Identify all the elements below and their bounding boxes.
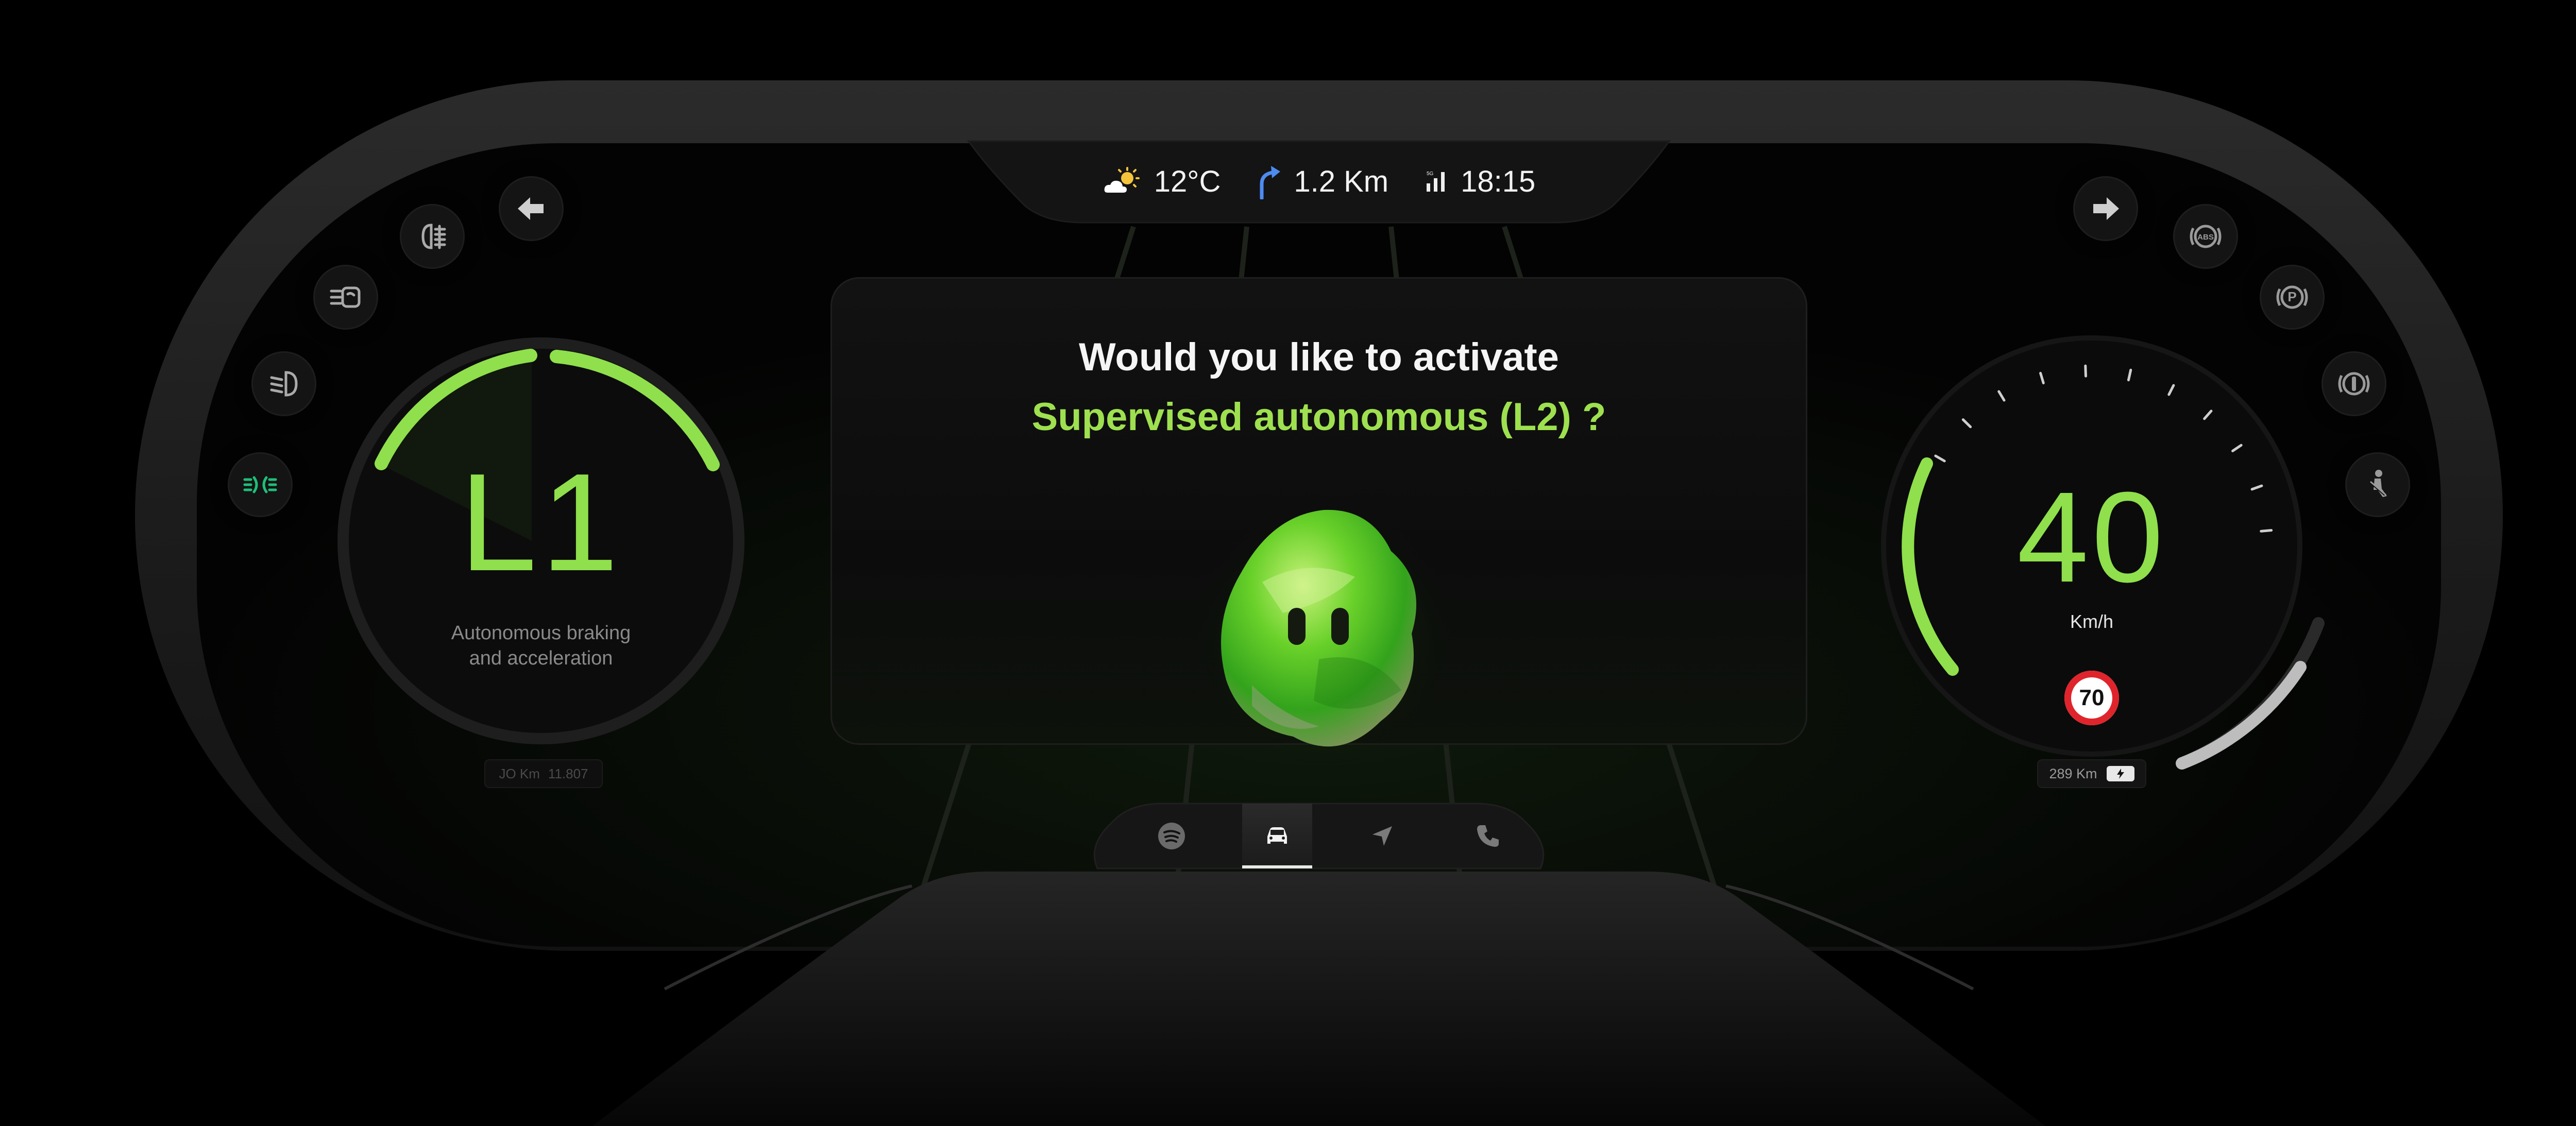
nav-tab-phone[interactable] [1453, 804, 1523, 868]
abs-warning-icon: ABS [2190, 225, 2222, 248]
svg-text:ABS: ABS [2197, 233, 2214, 242]
turn-left-arrow-icon [518, 197, 544, 220]
battery-charging-icon [2106, 766, 2134, 781]
parking-lights-icon [243, 476, 277, 493]
parking-brake-icon: P [2276, 285, 2308, 309]
prompt-mode-name[interactable]: Supervised autonomous (L2) ? [831, 395, 1807, 439]
low-beam-icon [270, 371, 298, 397]
abs-indicator[interactable]: ABS [2173, 204, 2238, 269]
speed-limit-value: 70 [2079, 685, 2105, 710]
spotify-icon [1158, 823, 1185, 849]
current-speed: 40 [2016, 465, 2167, 609]
odometer-label: JO Km [499, 765, 540, 781]
fog-light-icon [421, 224, 446, 249]
blob-eye-left [1288, 608, 1306, 645]
phone-icon [1477, 825, 1499, 847]
clock-widget: 5G 18:15 [1425, 164, 1535, 199]
parking-lights-indicator[interactable] [228, 452, 293, 517]
turn-right-nav-icon [1260, 166, 1281, 199]
rear-wiper-indicator[interactable] [313, 265, 378, 330]
turn-right-arrow-icon [2093, 197, 2119, 220]
odometer-value: 11.807 [548, 765, 588, 781]
speed-tick [2260, 528, 2273, 533]
car-icon [1267, 827, 1287, 844]
turn-left-signal[interactable] [499, 176, 564, 241]
signal-strength-icon: 5G [1427, 171, 1445, 192]
turn-distance-widget: 1.2 Km [1257, 163, 1388, 199]
parking-brake-indicator[interactable]: P [2260, 265, 2325, 330]
time-text: 18:15 [1461, 164, 1536, 198]
speed-limit-sign: 70 [2064, 671, 2119, 725]
brake-warning-icon [2338, 372, 2370, 396]
autonomy-description-line2: and acceleration [469, 647, 613, 670]
seatbelt-indicator[interactable] [2345, 452, 2410, 517]
svg-text:P: P [2287, 289, 2296, 304]
nav-tab-car[interactable] [1242, 804, 1312, 868]
nav-tab-navigation[interactable] [1347, 804, 1417, 868]
partly-sunny-icon [1104, 167, 1140, 193]
weather-widget: 12°C [1103, 164, 1221, 199]
autonomy-description-line1: Autonomous braking [451, 622, 631, 644]
assistant-blob-avatar[interactable] [1185, 494, 1463, 773]
distance-text: 1.2 Km [1294, 164, 1389, 198]
temperature-text: 12°C [1154, 164, 1221, 198]
bottom-nav [1095, 804, 1564, 868]
odometer: JO Km 11.807 [484, 759, 603, 788]
autonomy-description: Autonomous braking and acceleration [402, 621, 680, 672]
svg-text:5G: 5G [1427, 171, 1434, 177]
blob-eye-right [1331, 608, 1349, 645]
autonomy-level-value: L1 [459, 445, 623, 600]
range-value: 289 Km [2049, 765, 2097, 781]
navigation-icon [1372, 826, 1393, 846]
nav-tab-spotify[interactable] [1137, 804, 1207, 868]
speed-unit: Km/h [2070, 611, 2114, 632]
rear-wiper-icon [330, 286, 361, 308]
fog-light-indicator[interactable] [400, 204, 465, 269]
turn-right-signal[interactable] [2073, 176, 2138, 241]
battery-range: 289 Km [2037, 759, 2146, 788]
brake-warning-indicator[interactable] [2321, 351, 2386, 416]
status-bar: 12°C 1.2 Km 5G 18:15 [969, 140, 1669, 223]
seatbelt-warning-icon [2368, 470, 2387, 497]
prompt-question: Would you like to activate [1079, 335, 1559, 379]
low-beam-indicator[interactable] [251, 351, 316, 416]
